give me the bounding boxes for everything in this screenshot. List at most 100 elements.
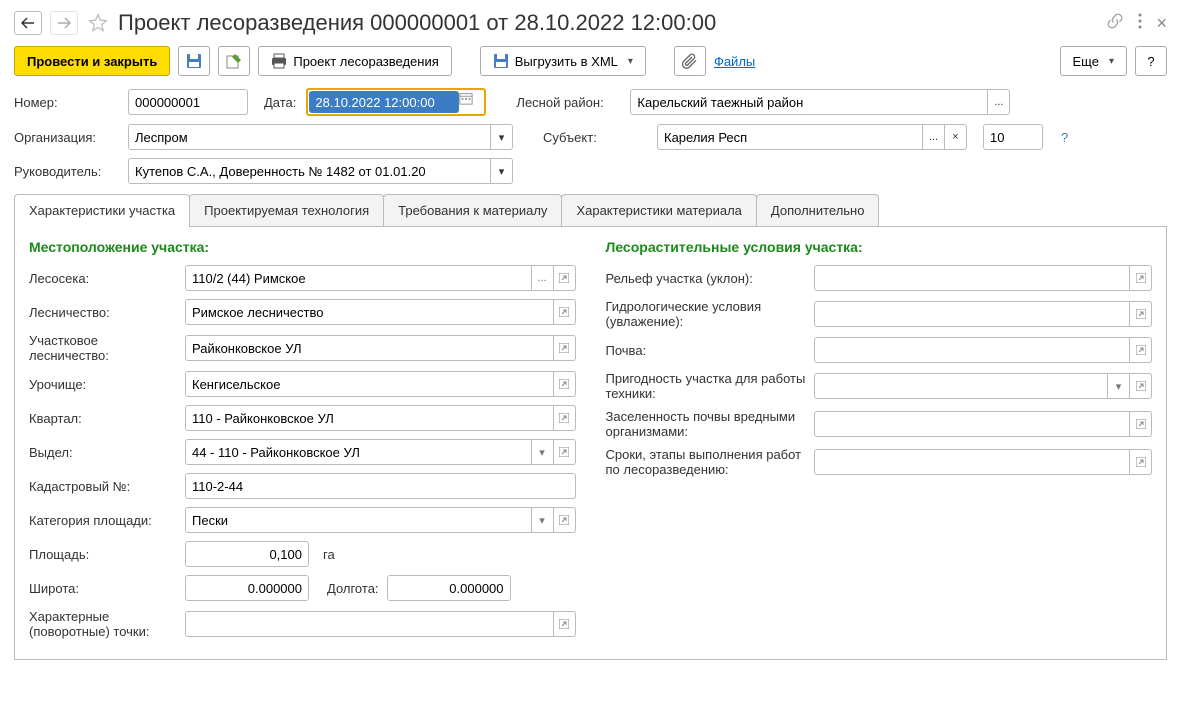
lesnichestvo-input[interactable] [185,299,554,325]
date-input[interactable] [309,91,459,113]
lat-input[interactable] [185,575,309,601]
hydro-label: Гидрологические условия (увлажение): [606,299,806,329]
attachment-button[interactable] [674,46,706,76]
open-icon [559,379,569,389]
save-icon [186,53,202,69]
tab-additional[interactable]: Дополнительно [756,194,880,226]
page-title: Проект лесоразведения 000000001 от 28.10… [118,10,716,36]
vydel-dropdown-button[interactable]: ▾ [532,439,554,465]
save-icon [493,53,509,69]
lesoseka-open-button[interactable] [554,265,576,291]
category-dropdown-button[interactable]: ▾ [532,507,554,533]
points-open-button[interactable] [554,611,576,637]
soil-label: Почва: [606,343,806,358]
vydel-input[interactable] [185,439,532,465]
category-input[interactable] [185,507,532,533]
vydel-open-button[interactable] [554,439,576,465]
subject-input[interactable] [657,124,923,150]
project-button-label: Проект лесоразведения [293,54,438,69]
urochishe-label: Урочище: [29,377,177,392]
urochishe-input[interactable] [185,371,554,397]
kvartal-label: Квартал: [29,411,177,426]
close-icon[interactable]: × [1156,13,1167,34]
subject-select-button[interactable]: ... [923,124,945,150]
location-section-title: Местоположение участка: [29,239,576,255]
relief-open-button[interactable] [1130,265,1152,291]
subject-help-icon[interactable]: ? [1061,130,1068,145]
export-xml-button[interactable]: Выгрузить в XML [480,46,646,76]
hydro-input[interactable] [814,301,1131,327]
date-label: Дата: [264,95,296,110]
tab-material-char[interactable]: Характеристики материала [561,194,756,226]
vydel-label: Выдел: [29,445,177,460]
lesnichestvo-open-button[interactable] [554,299,576,325]
subject-clear-button[interactable]: × [945,124,967,150]
area-input[interactable] [185,541,309,567]
pests-open-button[interactable] [1130,411,1152,437]
help-button[interactable]: ? [1135,46,1167,76]
subject-label: Субъект: [543,130,647,145]
link-icon[interactable] [1106,12,1124,35]
urochishe-open-button[interactable] [554,371,576,397]
relief-input[interactable] [814,265,1131,291]
pests-input[interactable] [814,411,1131,437]
timing-input[interactable] [814,449,1131,475]
open-icon [559,515,569,525]
category-open-button[interactable] [554,507,576,533]
forward-button[interactable] [50,11,78,35]
uch-les-input[interactable] [185,335,554,361]
arrow-left-icon [21,17,35,29]
project-button[interactable]: Проект лесоразведения [258,46,451,76]
back-button[interactable] [14,11,42,35]
soil-input[interactable] [814,337,1131,363]
kebab-menu-icon[interactable] [1138,13,1142,34]
open-icon [559,413,569,423]
suitability-open-button[interactable] [1130,373,1152,399]
area-label: Площадь: [29,547,177,562]
suitability-input[interactable] [814,373,1109,399]
post-icon [226,53,242,69]
uch-les-label: Участковое лесничество: [29,333,177,363]
lesoseka-select-button[interactable]: ... [532,265,554,291]
kvartal-input[interactable] [185,405,554,431]
post-and-close-button[interactable]: Провести и закрыть [14,46,170,76]
subject-code-input[interactable] [983,124,1043,150]
region-input[interactable] [630,89,988,115]
relief-label: Рельеф участка (уклон): [606,271,806,286]
manager-input[interactable] [128,158,491,184]
org-dropdown-button[interactable]: ▾ [491,124,513,150]
number-input[interactable] [128,89,248,115]
more-button[interactable]: Еще [1060,46,1127,76]
open-icon [559,447,569,457]
files-link[interactable]: Файлы [714,54,755,69]
category-label: Категория площади: [29,513,177,528]
region-select-button[interactable]: ... [988,89,1010,115]
kadastr-input[interactable] [185,473,576,499]
post-button[interactable] [218,46,250,76]
soil-open-button[interactable] [1130,337,1152,363]
timing-open-button[interactable] [1130,449,1152,475]
kvartal-open-button[interactable] [554,405,576,431]
uch-les-open-button[interactable] [554,335,576,361]
open-icon [1136,381,1146,391]
org-input[interactable] [128,124,491,150]
open-icon [559,343,569,353]
hydro-open-button[interactable] [1130,301,1152,327]
open-icon [1136,457,1146,467]
suitability-dropdown-button[interactable]: ▾ [1108,373,1130,399]
lesoseka-input[interactable] [185,265,532,291]
lesnichestvo-label: Лесничество: [29,305,177,320]
tab-technology[interactable]: Проектируемая технология [189,194,384,226]
open-icon [1136,273,1146,283]
manager-dropdown-button[interactable]: ▾ [491,158,513,184]
tab-material-req[interactable]: Требования к материалу [383,194,562,226]
open-icon [1136,309,1146,319]
open-icon [559,619,569,629]
save-button[interactable] [178,46,210,76]
manager-label: Руководитель: [14,164,118,179]
favorite-star-icon[interactable] [86,11,110,35]
points-input[interactable] [185,611,554,637]
calendar-button[interactable] [459,91,483,113]
tab-characteristics[interactable]: Характеристики участка [14,194,190,226]
lon-input[interactable] [387,575,511,601]
